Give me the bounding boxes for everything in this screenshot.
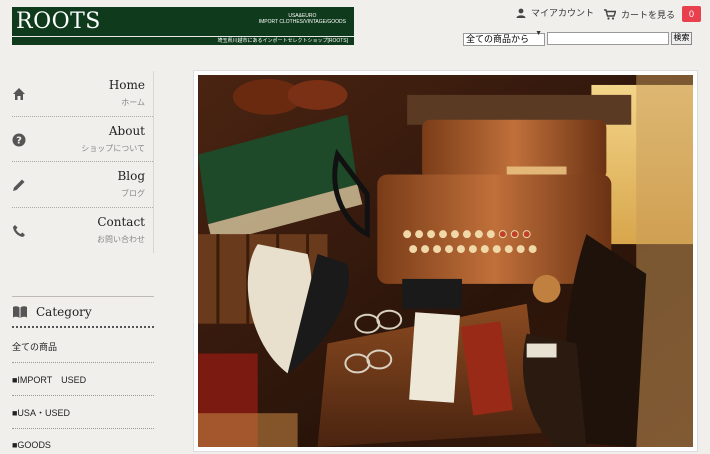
category-item-goods[interactable]: ■GOODS (12, 429, 154, 454)
search-button[interactable]: 検索 (671, 31, 692, 45)
nav-blog-label: Blog (117, 169, 145, 183)
nav-item-about[interactable]: ? About ショップについて (12, 117, 153, 162)
category-item-all[interactable]: 全ての商品 (12, 330, 154, 363)
category-heading-label: Category (36, 304, 92, 319)
my-account-label: マイアカウント (531, 8, 595, 18)
cart-count-badge: 0 (682, 6, 702, 22)
nav-home-label: Home (108, 78, 145, 92)
phone-icon (13, 224, 25, 237)
category-list: 全ての商品 ■IMPORT USED ■USA・USED ■GOODS (12, 330, 154, 454)
nav-home-sublabel: ホーム (121, 98, 145, 107)
user-icon (516, 8, 526, 18)
site-logo[interactable]: ROOTS USA&EURO IMPORT CLOTHES/VINTAGE/GO… (12, 7, 354, 45)
logo-title: ROOTS (16, 9, 101, 34)
hero-photo (198, 75, 693, 447)
logo-subline-2: IMPORT CLOTHES/VINTAGE/GOODS (258, 19, 346, 25)
my-account-link[interactable]: マイアカウント (516, 6, 594, 19)
category-item-import-used[interactable]: ■IMPORT USED (12, 363, 154, 396)
nav-about-label: About (108, 123, 145, 138)
search-scope-wrapper: 全ての商品から ▼ (463, 29, 545, 47)
main-nav: Home ホーム ? About ショップについて Blog ブログ Conta… (12, 71, 154, 253)
book-icon (13, 305, 27, 318)
view-cart-label: カートを見る (621, 9, 676, 20)
nav-item-home[interactable]: Home ホーム (12, 71, 153, 117)
logo-tagline: 埼玉県川越市にあるインポートセレクトショップ[ROOTS] (217, 38, 348, 44)
cart-icon (604, 8, 616, 20)
logo-subtitle: USA&EURO IMPORT CLOTHES/VINTAGE/GOODS (259, 13, 346, 25)
svg-text:?: ? (16, 135, 22, 146)
nav-contact-sublabel: お問い合わせ (97, 234, 145, 244)
home-icon (13, 88, 25, 100)
nav-about-sublabel: ショップについて (81, 143, 145, 153)
pencil-icon (13, 179, 25, 191)
question-icon: ? (12, 133, 26, 146)
nav-blog-sublabel: ブログ (121, 189, 145, 198)
category-item-usa-used[interactable]: ■USA・USED (12, 396, 154, 429)
nav-item-contact[interactable]: Contact お問い合わせ (12, 208, 153, 254)
product-search: 全ての商品から ▼ 検索 (463, 29, 692, 47)
search-input[interactable] (547, 31, 669, 45)
logo-divider (12, 36, 354, 37)
hero-photo-frame (193, 70, 698, 452)
search-scope-select[interactable]: 全ての商品から (463, 32, 545, 46)
category-heading: Category (12, 296, 154, 328)
view-cart-link[interactable]: カートを見る 0 (604, 6, 702, 22)
nav-item-blog[interactable]: Blog ブログ (12, 162, 153, 208)
nav-contact-label: Contact (97, 214, 145, 229)
